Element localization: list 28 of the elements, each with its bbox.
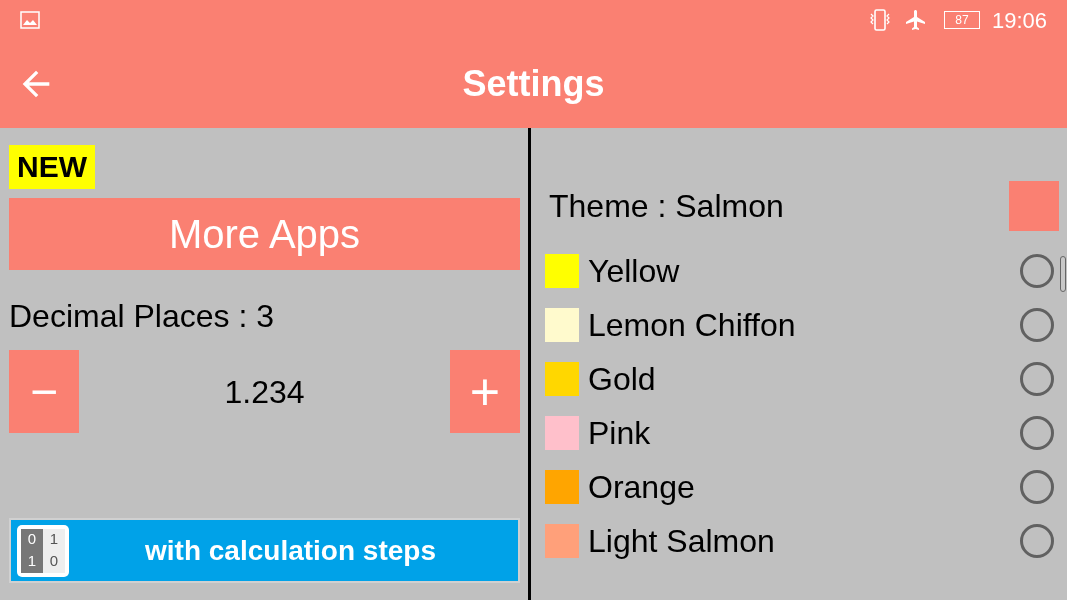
radio-button[interactable] [1020, 308, 1054, 342]
decimal-preview: 1.234 [223, 372, 306, 412]
new-label: NEW [9, 145, 95, 189]
color-option-label: Gold [588, 360, 657, 399]
color-option-label: Orange [588, 468, 696, 507]
image-notification-icon [20, 11, 40, 29]
increase-button[interactable]: + [450, 350, 520, 433]
battery-indicator: 87 [943, 11, 980, 29]
binary-app-icon: 0 1 1 0 [17, 524, 69, 577]
theme-label: Theme : Salmon [549, 187, 785, 226]
clock: 19:06 [991, 6, 1047, 35]
decrease-button[interactable]: − [9, 350, 79, 433]
airplane-mode-icon [903, 8, 928, 32]
decimal-places-label: Decimal Places : 3 [9, 297, 275, 336]
radio-button[interactable] [1020, 416, 1054, 450]
color-option-label: Yellow [588, 252, 681, 291]
scrollbar-thumb [1060, 256, 1066, 292]
more-apps-button[interactable]: More Apps [9, 198, 520, 270]
radio-button[interactable] [1020, 254, 1054, 288]
color-option-label: Light Salmon [588, 522, 776, 561]
calculation-steps-banner[interactable]: 0 1 1 0 with calculation steps [9, 518, 520, 583]
color-option-label: Lemon Chiffon [588, 306, 797, 345]
page-title: Settings [462, 62, 605, 106]
color-option-label: Pink [588, 414, 652, 453]
banner-text: with calculation steps [144, 533, 437, 568]
radio-button[interactable] [1020, 470, 1054, 504]
radio-button[interactable] [1020, 524, 1054, 558]
radio-button[interactable] [1020, 362, 1054, 396]
